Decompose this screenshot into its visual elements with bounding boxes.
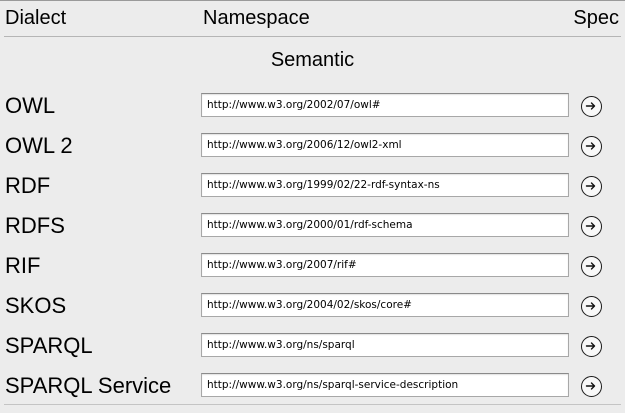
arrow-right-circle-icon bbox=[585, 142, 596, 150]
arrow-right-circle-icon bbox=[585, 182, 596, 190]
arrow-right-circle-icon bbox=[585, 222, 596, 230]
table-header: Dialect Namespace Spec bbox=[0, 0, 625, 36]
table-row: SPARQL Service http://www.w3.org/ns/spar… bbox=[0, 373, 625, 413]
table-row: OWL http://www.w3.org/2002/07/owl# bbox=[0, 93, 625, 133]
column-header-spec: Spec bbox=[573, 7, 619, 29]
namespace-field[interactable]: http://www.w3.org/2004/02/skos/core# bbox=[201, 293, 569, 317]
arrow-right-circle-icon bbox=[585, 382, 596, 390]
dialect-label: RIF bbox=[5, 253, 41, 278]
arrow-right-circle-icon bbox=[585, 262, 596, 270]
table-row: OWL 2 http://www.w3.org/2006/12/owl2-xml bbox=[0, 133, 625, 173]
header-divider bbox=[4, 36, 621, 37]
table-row: RDF http://www.w3.org/1999/02/22-rdf-syn… bbox=[0, 173, 625, 213]
dialect-label: RDF bbox=[5, 173, 51, 198]
spec-link-button[interactable] bbox=[581, 296, 602, 317]
dialect-label: OWL 2 bbox=[5, 133, 73, 158]
arrow-right-circle-icon bbox=[585, 302, 596, 310]
section-title: Semantic bbox=[270, 49, 355, 71]
dialect-label: SPARQL bbox=[5, 333, 93, 358]
bottom-divider bbox=[4, 404, 621, 405]
namespace-field[interactable]: http://www.w3.org/2002/07/owl# bbox=[201, 93, 569, 117]
spec-link-button[interactable] bbox=[581, 176, 602, 197]
dialect-label: RDFS bbox=[5, 213, 65, 238]
namespace-field[interactable]: http://www.w3.org/ns/sparql-service-desc… bbox=[201, 373, 569, 397]
dialect-label: SKOS bbox=[5, 293, 67, 318]
spec-link-button[interactable] bbox=[581, 256, 602, 277]
namespace-field[interactable]: http://www.w3.org/2006/12/owl2-xml bbox=[201, 133, 569, 157]
arrow-right-circle-icon bbox=[585, 102, 596, 110]
spec-link-button[interactable] bbox=[581, 376, 602, 397]
spec-link-button[interactable] bbox=[581, 136, 602, 157]
column-header-dialect: Dialect bbox=[5, 7, 67, 29]
table-row: RDFS http://www.w3.org/2000/01/rdf-schem… bbox=[0, 213, 625, 253]
column-header-namespace: Namespace bbox=[203, 7, 310, 29]
arrow-right-circle-icon bbox=[585, 342, 596, 350]
namespace-field[interactable]: http://www.w3.org/2000/01/rdf-schema bbox=[201, 213, 569, 237]
spec-link-button[interactable] bbox=[581, 336, 602, 357]
table-row: SKOS http://www.w3.org/2004/02/skos/core… bbox=[0, 293, 625, 333]
table-row: SPARQL http://www.w3.org/ns/sparql bbox=[0, 333, 625, 373]
spec-link-button[interactable] bbox=[581, 96, 602, 117]
namespace-field[interactable]: http://www.w3.org/1999/02/22-rdf-syntax-… bbox=[201, 173, 569, 197]
dialect-label: OWL bbox=[5, 93, 56, 118]
dialect-label: SPARQL Service bbox=[5, 373, 172, 398]
table-row: RIF http://www.w3.org/2007/rif# bbox=[0, 253, 625, 293]
namespace-field[interactable]: http://www.w3.org/ns/sparql bbox=[201, 333, 569, 357]
namespace-field[interactable]: http://www.w3.org/2007/rif# bbox=[201, 253, 569, 277]
spec-link-button[interactable] bbox=[581, 216, 602, 237]
